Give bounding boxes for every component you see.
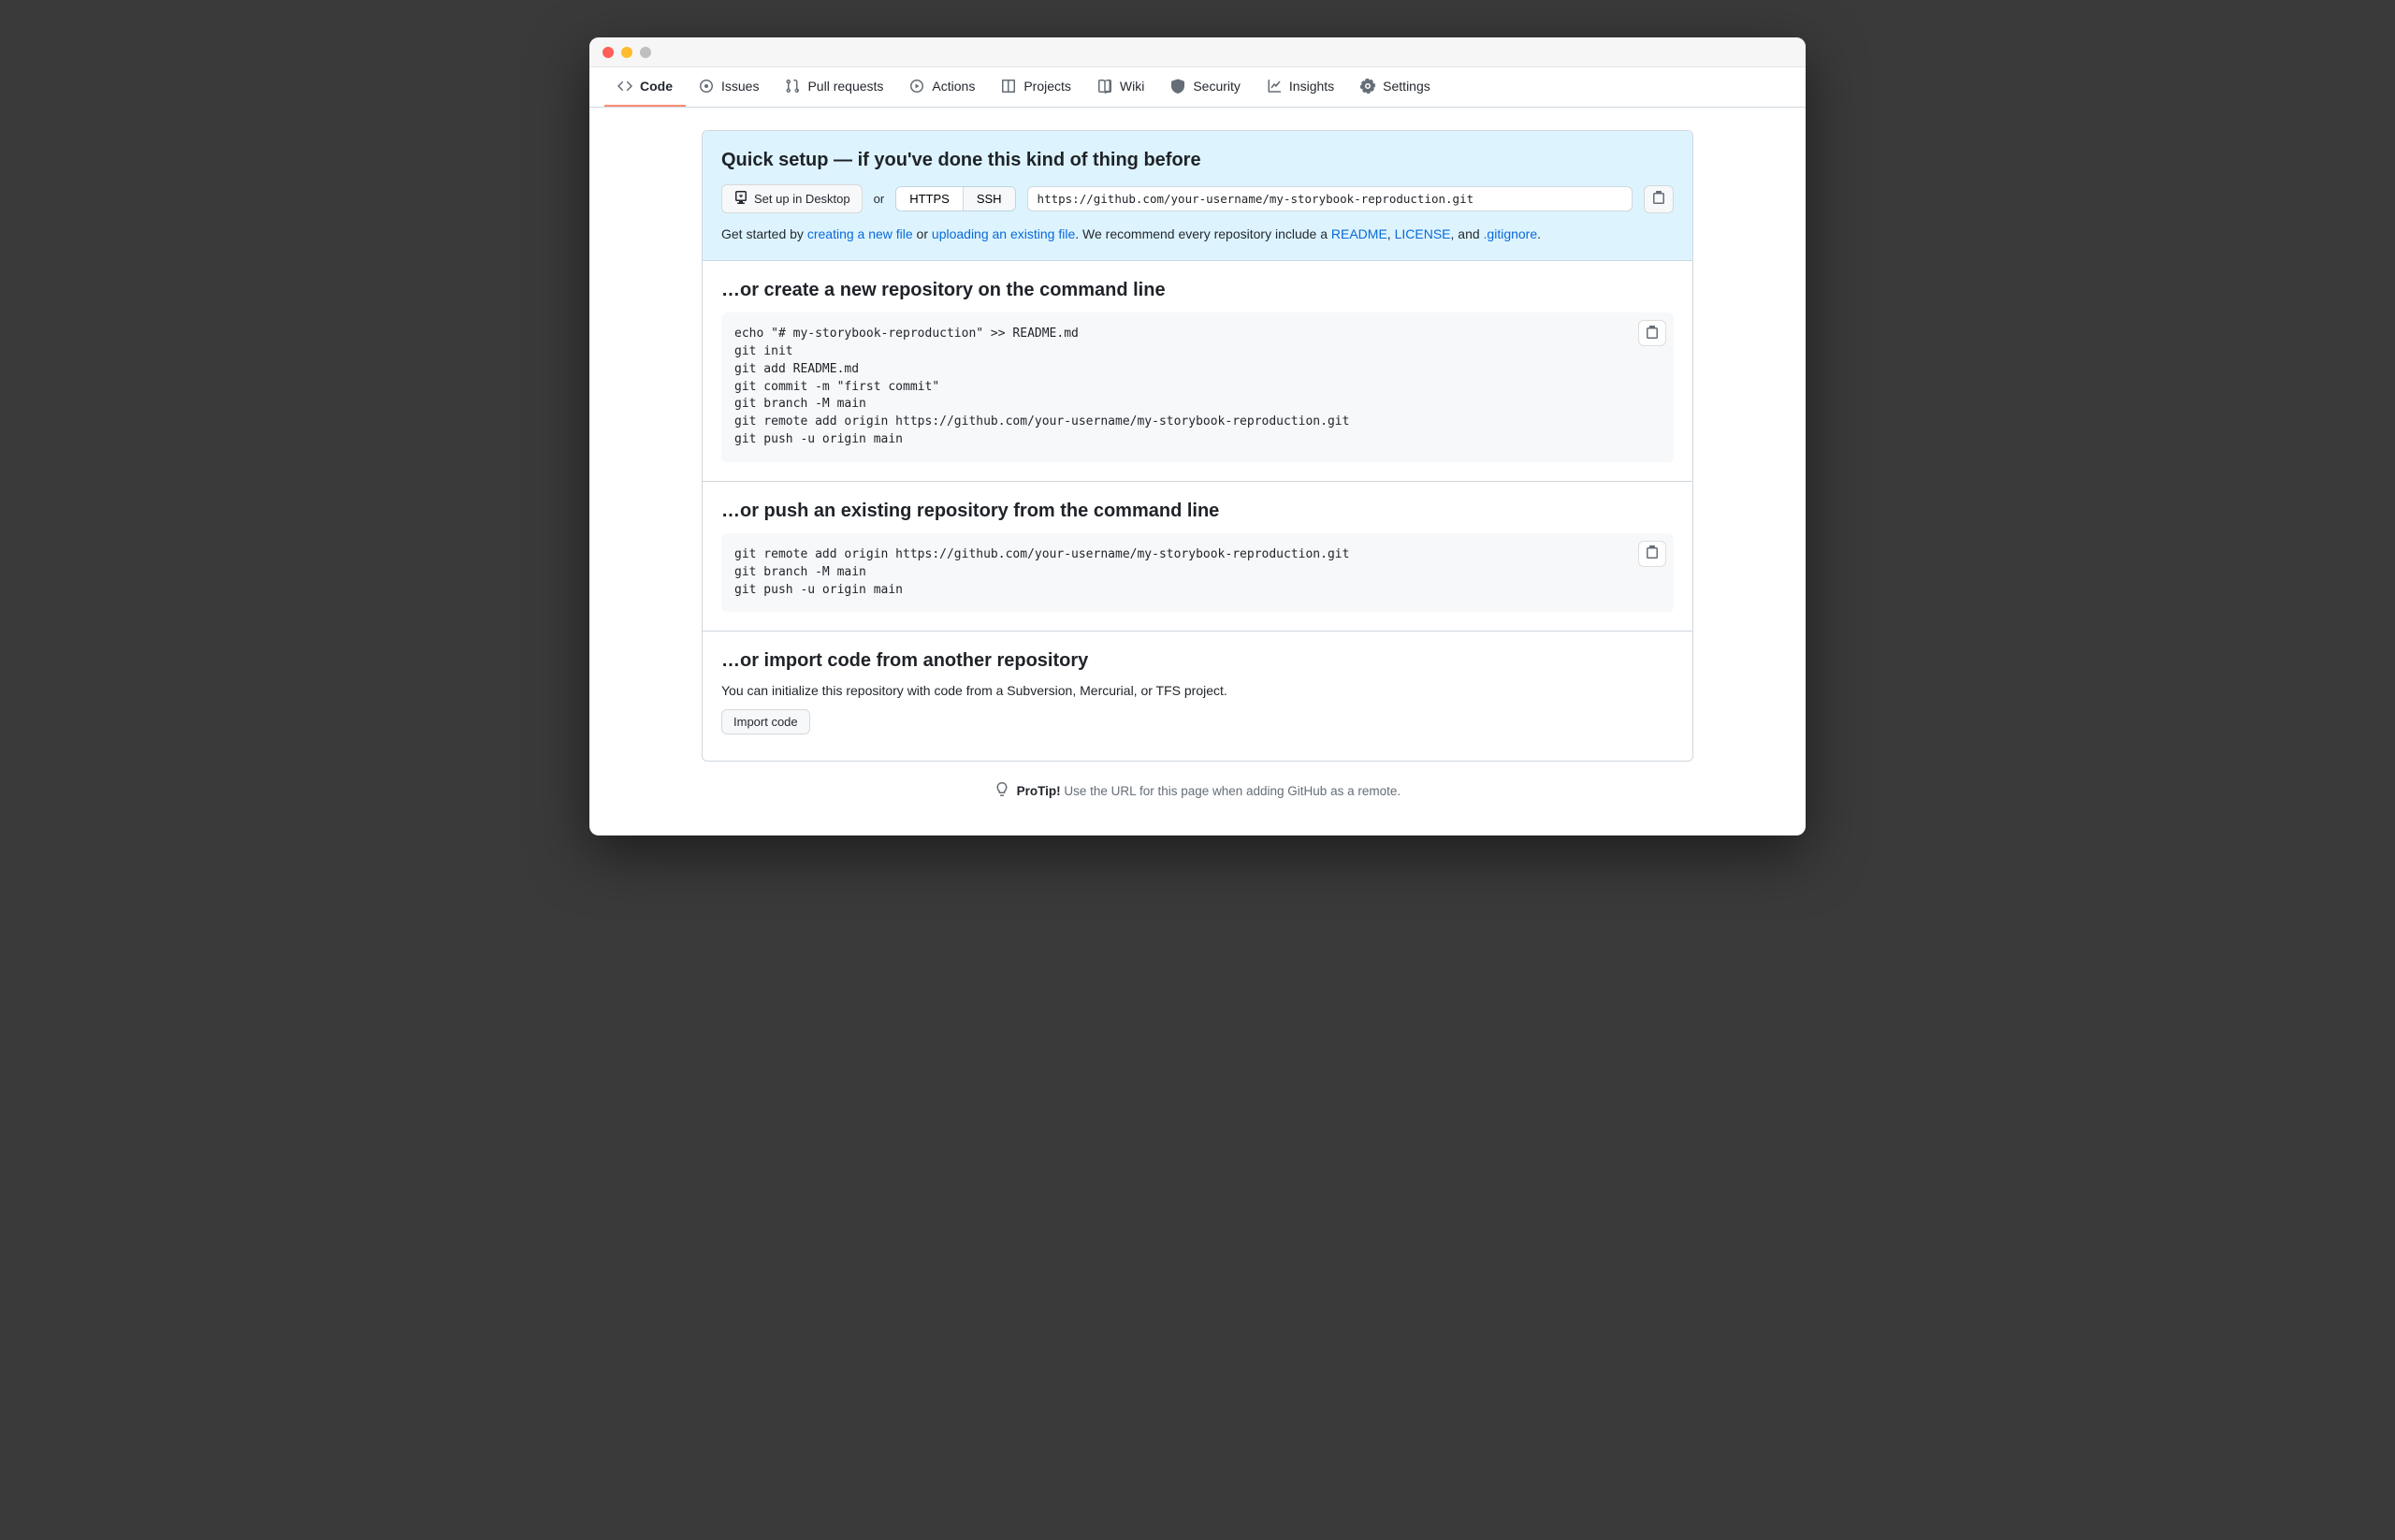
code-content[interactable]: echo "# my-storybook-reproduction" >> RE… (734, 326, 1661, 449)
tab-actions[interactable]: Actions (896, 67, 988, 107)
or-text: or (874, 192, 885, 206)
protip-text: ProTip! Use the URL for this page when a… (702, 782, 1693, 798)
gear-icon (1360, 79, 1375, 94)
tab-code[interactable]: Code (604, 67, 686, 107)
tab-label: Insights (1289, 79, 1334, 94)
shield-icon (1170, 79, 1185, 94)
license-link[interactable]: LICENSE (1395, 226, 1451, 241)
import-code-button[interactable]: Import code (721, 709, 810, 734)
tab-label: Security (1193, 79, 1241, 94)
tab-label: Wiki (1120, 79, 1144, 94)
table-icon (1001, 79, 1016, 94)
tab-wiki[interactable]: Wiki (1084, 67, 1157, 107)
section-title: …or import code from another repository (721, 650, 1674, 672)
protocol-toggle: HTTPS SSH (895, 186, 1015, 211)
clipboard-icon (1645, 325, 1660, 342)
copy-push-code-button[interactable] (1638, 541, 1666, 567)
tab-label: Pull requests (807, 79, 883, 94)
clipboard-icon (1651, 190, 1666, 208)
clipboard-icon (1645, 545, 1660, 562)
clone-url-input[interactable] (1027, 186, 1633, 211)
protip-label: ProTip! (1017, 784, 1061, 798)
graph-icon (1267, 79, 1282, 94)
protip-body: Use the URL for this page when adding Gi… (1061, 784, 1401, 798)
tab-label: Settings (1383, 79, 1430, 94)
tab-label: Actions (932, 79, 975, 94)
https-toggle-button[interactable]: HTTPS (896, 187, 963, 211)
import-description: You can initialize this repository with … (721, 683, 1674, 698)
play-circle-icon (909, 79, 924, 94)
tab-label: Issues (721, 79, 759, 94)
desktop-download-icon (733, 190, 748, 208)
maximize-window-dot[interactable] (640, 47, 651, 58)
app-window: Code Issues Pull requests Actions Projec… (589, 37, 1806, 835)
tab-label: Projects (1023, 79, 1071, 94)
tab-settings[interactable]: Settings (1347, 67, 1444, 107)
tab-label: Code (640, 79, 673, 94)
window-titlebar (589, 37, 1806, 67)
button-label: Set up in Desktop (754, 192, 850, 206)
tab-security[interactable]: Security (1157, 67, 1254, 107)
tab-projects[interactable]: Projects (988, 67, 1084, 107)
set-up-in-desktop-button[interactable]: Set up in Desktop (721, 184, 863, 213)
gitignore-link[interactable]: .gitignore (1484, 226, 1538, 241)
copy-url-button[interactable] (1644, 185, 1674, 213)
import-code-section: …or import code from another repository … (703, 632, 1692, 761)
get-started-text: Get started by creating a new file or up… (721, 226, 1674, 241)
minimize-window-dot[interactable] (621, 47, 632, 58)
book-icon (1097, 79, 1112, 94)
quick-setup-box: Quick setup — if you've done this kind o… (702, 130, 1693, 762)
push-existing-repo-section: …or push an existing repository from the… (703, 482, 1692, 632)
repo-tabnav: Code Issues Pull requests Actions Projec… (589, 67, 1806, 108)
uploading-file-link[interactable]: uploading an existing file (932, 226, 1075, 241)
tab-insights[interactable]: Insights (1254, 67, 1347, 107)
close-window-dot[interactable] (602, 47, 614, 58)
section-title: …or create a new repository on the comma… (721, 280, 1674, 301)
issue-icon (699, 79, 714, 94)
section-title: …or push an existing repository from the… (721, 501, 1674, 522)
creating-new-file-link[interactable]: creating a new file (807, 226, 913, 241)
readme-link[interactable]: README (1331, 226, 1387, 241)
quick-setup-title: Quick setup — if you've done this kind o… (721, 150, 1674, 171)
tab-issues[interactable]: Issues (686, 67, 772, 107)
ssh-toggle-button[interactable]: SSH (963, 187, 1015, 211)
push-repo-code-block: git remote add origin https://github.com… (721, 533, 1674, 613)
tab-pull-requests[interactable]: Pull requests (772, 67, 896, 107)
code-icon (617, 79, 632, 94)
git-pull-request-icon (785, 79, 800, 94)
create-new-repo-section: …or create a new repository on the comma… (703, 261, 1692, 482)
create-repo-code-block: echo "# my-storybook-reproduction" >> RE… (721, 312, 1674, 462)
copy-create-code-button[interactable] (1638, 320, 1666, 346)
light-bulb-icon (994, 782, 1009, 797)
code-content[interactable]: git remote add origin https://github.com… (734, 546, 1661, 600)
